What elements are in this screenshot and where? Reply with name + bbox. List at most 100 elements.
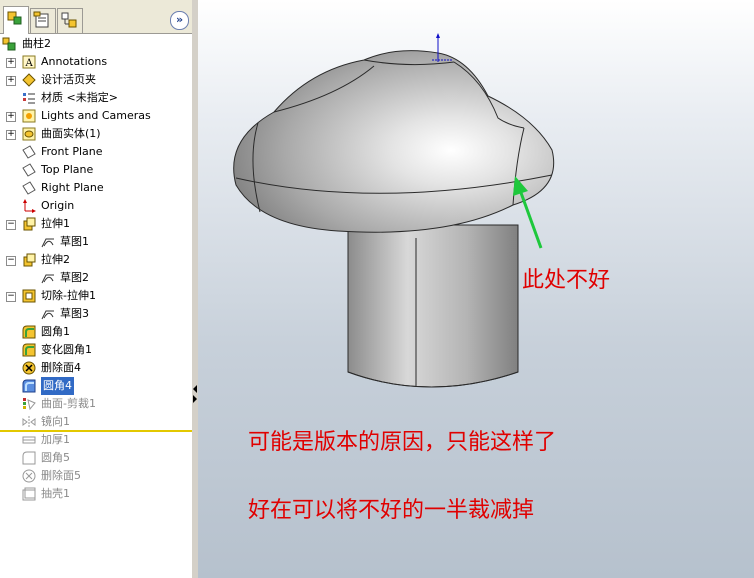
tree-item-label: 加厚1 [41,433,70,446]
feature-tree-icon [7,11,22,25]
tree-item-label: Top Plane [41,163,94,176]
fillet-icon [22,451,36,465]
design-binder-icon [22,73,36,87]
graphics-viewport[interactable]: 此处不好 可能是版本的原因，只能这样了 好在可以将不好的一半裁减掉 [198,0,754,578]
tree-item-top-plane[interactable]: Top Plane [0,161,190,179]
splitter-grip-icon[interactable] [193,385,197,407]
feature-manager-panel: » 曲柱2 + A Annotations + 设计活页夹 材质 <未指定> +… [0,0,193,578]
tree-item-origin[interactable]: Origin [0,197,190,215]
tree-item-fillet5[interactable]: 圆角5 [0,449,190,467]
tree-item-label: Right Plane [41,181,104,194]
tree-item-label: 草图1 [60,235,89,248]
delete-face-icon [22,361,36,375]
tree-item-right-plane[interactable]: Right Plane [0,179,190,197]
tree-item-label: Annotations [41,55,108,68]
variable-fillet-icon [22,343,36,357]
tree-root[interactable]: 曲柱2 [0,35,190,53]
mirror-icon [22,416,36,428]
expand-panel-button[interactable]: » [170,11,189,30]
plane-icon [22,145,36,159]
tree-item-cut-extrude1[interactable]: − 切除-拉伸1 [0,287,190,305]
tree-item-label: 抽壳1 [41,487,70,500]
fillet-icon [22,379,36,393]
tab-feature-manager[interactable] [3,6,29,34]
tree-item-sketch2[interactable]: 草图2 [0,269,190,287]
tree-item-lights-cameras[interactable]: + Lights and Cameras [0,107,190,125]
expand-toggle[interactable]: + [6,76,16,86]
extrude-icon [23,253,36,267]
plane-icon [22,181,36,195]
tree-item-front-plane[interactable]: Front Plane [0,143,190,161]
tree-item-material[interactable]: 材质 <未指定> [0,89,190,107]
tree-item-mirror1[interactable]: 镜向1 [0,413,190,431]
collapse-toggle[interactable]: − [6,256,16,266]
annotation-bad-area: 此处不好 [522,268,611,293]
tree-item-label: Lights and Cameras [41,109,151,122]
tree-item-label: 删除面4 [41,361,81,374]
tree-item-delete-face4[interactable]: 删除面4 [0,359,190,377]
stem [347,224,519,388]
tree-item-label-selected: 圆角4 [41,377,74,395]
tree-item-variable-fillet1[interactable]: 变化圆角1 [0,341,190,359]
collapse-toggle[interactable]: − [6,220,16,230]
tree-item-label: 切除-拉伸1 [41,289,96,302]
cut-extrude-icon [22,289,36,303]
plane-icon [22,163,36,177]
tree-item-label: 拉伸2 [41,253,70,266]
annotation-note-version: 可能是版本的原因，只能这样了 [248,430,557,455]
extrude-icon [23,217,36,231]
property-manager-icon [33,11,49,28]
tree-item-label: 草图3 [60,307,89,320]
tree-item-sketch1[interactable]: 草图1 [0,233,190,251]
tree-item-shell1[interactable]: 抽壳1 [0,485,190,503]
surface-bodies-icon [22,127,36,141]
sketch-icon [41,310,54,320]
tree-item-sketch3[interactable]: 草图3 [0,305,190,323]
sketch-icon [41,238,54,248]
tree-item-label: 镜向1 [41,415,70,428]
tree-item-annotations[interactable]: + A Annotations [0,53,190,71]
surface-trim-icon [23,398,36,411]
annotation-note-trim: 好在可以将不好的一半裁减掉 [248,498,535,523]
tree-item-fillet1[interactable]: 圆角1 [0,323,190,341]
cap [233,50,555,233]
panel-tabs: » [0,0,192,34]
tree-item-extrude1[interactable]: − 拉伸1 [0,215,190,233]
fillet-icon [22,325,36,339]
double-chevron-icon: » [175,13,184,26]
tree-root-label: 曲柱2 [22,37,51,50]
material-icon [23,93,35,104]
tree-item-label: 材质 <未指定> [41,91,118,104]
feature-tree: 曲柱2 + A Annotations + 设计活页夹 材质 <未指定> + L… [0,34,192,578]
tree-item-label: 草图2 [60,271,89,284]
tree-item-label: 拉伸1 [41,217,70,230]
annotations-icon: A [22,55,36,69]
tree-item-label: 圆角1 [41,325,70,338]
tree-item-design-binder[interactable]: + 设计活页夹 [0,71,190,89]
expand-toggle[interactable]: + [6,130,16,140]
tree-item-fillet4[interactable]: 圆角4 [0,377,190,395]
thicken-icon [22,436,36,444]
tree-item-extrude2[interactable]: − 拉伸2 [0,251,190,269]
tree-item-thicken1[interactable]: 加厚1 [0,431,190,449]
tree-item-surface-trim1[interactable]: 曲面-剪裁1 [0,395,190,413]
tree-item-label: 曲面实体(1) [41,127,101,140]
tree-item-label: 删除面5 [41,469,81,482]
collapse-toggle[interactable]: − [6,292,16,302]
shell-icon [22,487,36,501]
svg-text:A: A [25,58,34,69]
tab-property-manager[interactable] [30,8,56,33]
part-icon [2,37,16,51]
tree-item-surface-bodies[interactable]: + 曲面实体(1) [0,125,190,143]
expand-toggle[interactable]: + [6,112,16,122]
tab-configuration-manager[interactable] [57,8,83,33]
origin-icon [23,199,36,213]
tree-item-delete-face5[interactable]: 删除面5 [0,467,190,485]
lights-cameras-icon [22,109,36,123]
tree-item-label: Origin [41,199,75,212]
tree-item-label: 变化圆角1 [41,343,92,356]
tree-item-label: 曲面-剪裁1 [41,397,96,410]
tree-item-label: 设计活页夹 [41,73,96,86]
tree-item-label: 圆角5 [41,451,70,464]
expand-toggle[interactable]: + [6,58,16,68]
